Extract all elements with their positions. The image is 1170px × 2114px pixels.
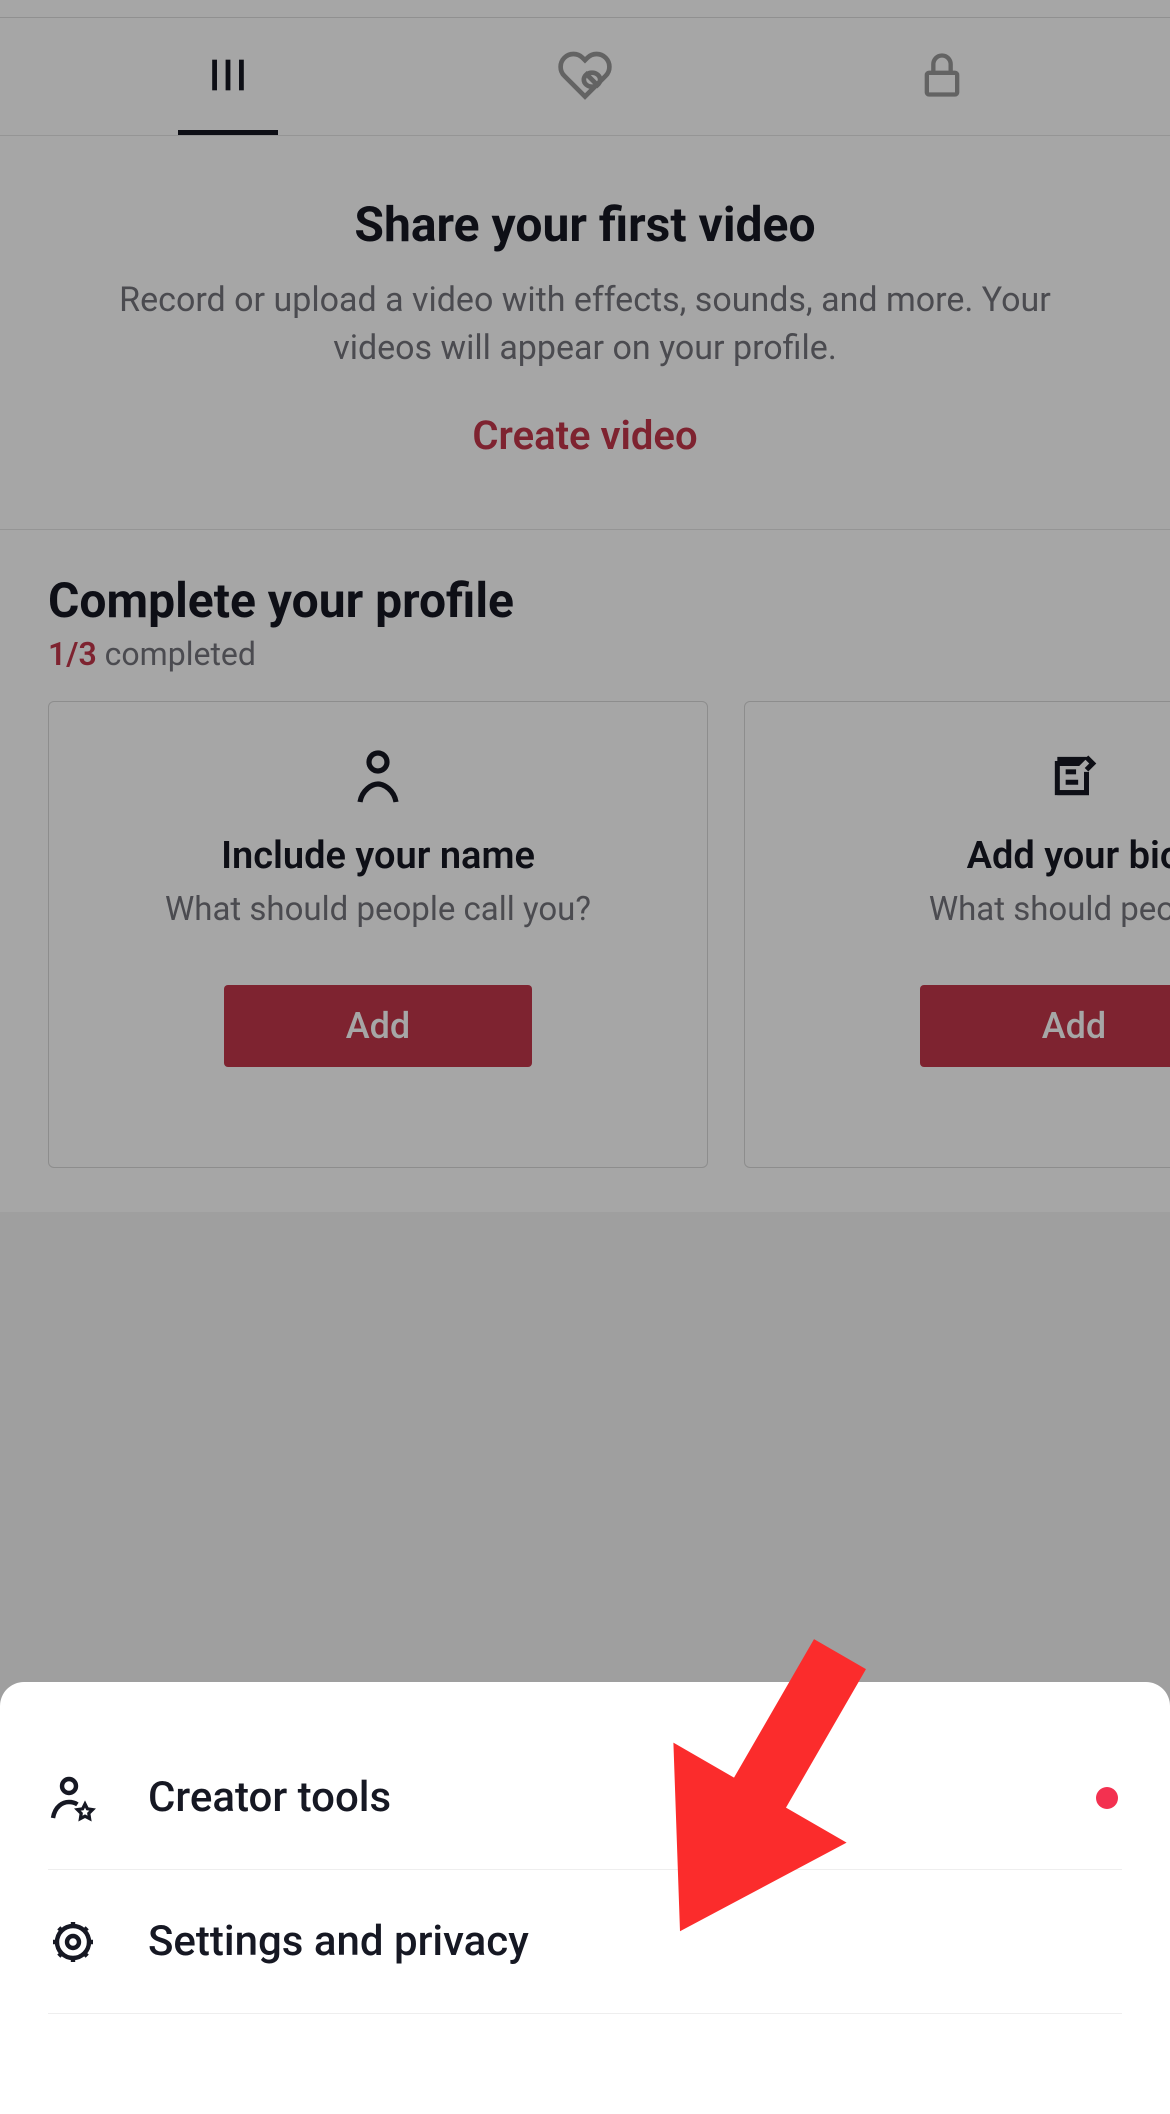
create-video-button[interactable]: Create video bbox=[90, 412, 1080, 459]
tab-private[interactable] bbox=[763, 18, 1120, 135]
complete-profile-section: Complete your profile 1/3 completed Incl… bbox=[0, 530, 1170, 1212]
card-title: Add your bio bbox=[967, 834, 1170, 878]
progress-label: completed bbox=[97, 635, 256, 673]
sheet-item-label: Creator tools bbox=[148, 1773, 391, 1822]
notification-dot bbox=[1096, 1787, 1118, 1809]
grid-icon bbox=[205, 52, 251, 102]
card-include-name: Include your name What should people cal… bbox=[48, 701, 708, 1168]
card-title: Include your name bbox=[221, 834, 535, 878]
sheet-item-label: Settings and privacy bbox=[148, 1917, 529, 1966]
tab-feed[interactable] bbox=[50, 18, 407, 135]
complete-profile-title: Complete your profile bbox=[48, 572, 1170, 629]
heart-hidden-icon bbox=[557, 47, 613, 107]
card-add-bio: Add your bio What should people Add bbox=[744, 701, 1170, 1168]
profile-tabs bbox=[0, 18, 1170, 136]
empty-description: Record or upload a video with effects, s… bbox=[90, 277, 1080, 372]
card-desc: What should people bbox=[929, 890, 1170, 929]
person-icon bbox=[353, 748, 403, 804]
empty-title: Share your first video bbox=[90, 196, 1080, 253]
sheet-item-creator-tools[interactable]: Creator tools bbox=[48, 1726, 1122, 1870]
empty-feed-state: Share your first video Record or upload … bbox=[0, 136, 1170, 530]
lock-icon bbox=[916, 49, 968, 105]
add-name-button[interactable]: Add bbox=[224, 985, 532, 1067]
tab-liked[interactable] bbox=[407, 18, 764, 135]
profile-cards: Include your name What should people cal… bbox=[48, 701, 1170, 1168]
progress-count: 1/3 bbox=[48, 635, 97, 673]
complete-profile-progress: 1/3 completed bbox=[48, 635, 1170, 673]
card-desc: What should people call you? bbox=[165, 890, 591, 929]
person-star-icon bbox=[48, 1774, 98, 1822]
sheet-item-settings-privacy[interactable]: Settings and privacy bbox=[48, 1870, 1122, 2014]
add-bio-button[interactable]: Add bbox=[920, 985, 1170, 1067]
options-bottom-sheet: Creator tools Settings and privacy bbox=[0, 1682, 1170, 2114]
bio-edit-icon bbox=[1049, 748, 1099, 804]
gear-icon bbox=[48, 1918, 98, 1966]
